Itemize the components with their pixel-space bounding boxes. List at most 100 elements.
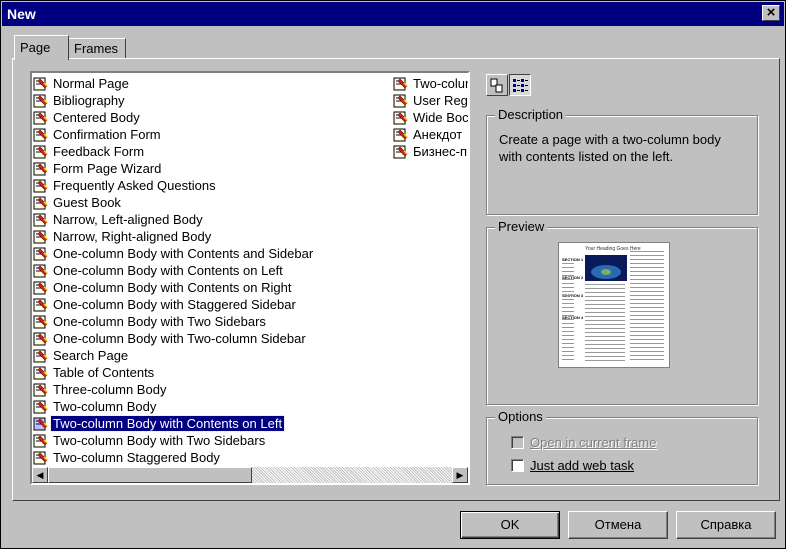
open-in-current-frame-label: Open in current frame — [530, 435, 657, 450]
list-item[interactable]: Wide Boc — [392, 109, 468, 126]
list-item[interactable]: Frequently Asked Questions — [32, 177, 315, 194]
title-bar[interactable]: New × — [2, 2, 784, 26]
preview-text-line — [630, 283, 664, 284]
preview-text-line — [630, 323, 664, 324]
page-template-icon — [33, 213, 48, 227]
preview-text-line — [630, 287, 664, 288]
preview-text-line — [562, 263, 574, 264]
preview-group: Preview Your Heading Goes Here SECTION 1… — [486, 219, 758, 405]
template-list[interactable]: Normal Page Bibliography Centered Body Conf… — [30, 71, 470, 485]
list-item-label: Бизнес-п — [413, 144, 468, 159]
preview-text-line — [630, 299, 664, 300]
preview-text-line — [562, 347, 574, 348]
list-item[interactable]: Two-column Body — [32, 398, 315, 415]
cancel-button[interactable]: Отмена — [568, 511, 668, 539]
preview-text-line — [585, 348, 625, 349]
preview-text-line — [585, 292, 625, 293]
ok-button[interactable]: OK — [460, 511, 560, 539]
list-item[interactable]: Narrow, Right-aligned Body — [32, 228, 315, 245]
preview-text-line — [585, 304, 625, 305]
preview-text-line — [562, 291, 574, 292]
preview-text-line — [630, 359, 664, 360]
template-list-column-1: Normal Page Bibliography Centered Body Conf… — [32, 75, 315, 466]
description-group: Description Create a page with a two-col… — [486, 107, 758, 215]
preview-text-line — [630, 303, 664, 304]
page-template-icon — [393, 111, 408, 125]
preview-text-line — [585, 340, 625, 341]
list-item[interactable]: Confirmation Form — [32, 126, 315, 143]
list-item[interactable]: One-column Body with Two Sidebars — [32, 313, 315, 330]
preview-text-line — [585, 332, 625, 333]
list-item[interactable]: Two-column Staggered Body — [32, 449, 315, 466]
preview-text-line — [562, 287, 574, 288]
list-item[interactable]: Centered Body — [32, 109, 315, 126]
tab-frames-label: Frames — [74, 41, 119, 56]
arrow-left-icon: ◀ — [36, 470, 44, 480]
list-item[interactable]: One-column Body with Staggered Sidebar — [32, 296, 315, 313]
list-item[interactable]: Search Page — [32, 347, 315, 364]
list-item[interactable]: Three-column Body — [32, 381, 315, 398]
list-item[interactable]: User Reg — [392, 92, 468, 109]
list-item[interactable]: Анекдот — [392, 126, 468, 143]
list-item[interactable]: Normal Page — [32, 75, 315, 92]
list-item[interactable]: Narrow, Left-aligned Body — [32, 211, 315, 228]
list-item[interactable]: Two-colum — [392, 75, 470, 92]
preview-text-line — [630, 327, 664, 328]
large-icons-button[interactable] — [486, 74, 508, 96]
open-in-current-frame-box — [511, 436, 524, 449]
list-item[interactable]: One-column Body with Contents on Right — [32, 279, 315, 296]
page-template-icon — [33, 247, 48, 261]
horizontal-scrollbar[interactable]: ◀ ▶ — [32, 467, 468, 483]
list-item[interactable]: Feedback Form — [32, 143, 315, 160]
page-template-icon — [33, 179, 48, 193]
help-button[interactable]: Справка — [676, 511, 776, 539]
just-add-web-task-box — [511, 459, 524, 472]
list-view-icon — [513, 79, 528, 92]
preview-text-line — [585, 356, 625, 357]
options-group: Options Open in current frame Just add w… — [486, 409, 758, 485]
preview-text-line — [562, 311, 574, 312]
preview-text-line — [630, 259, 664, 260]
preview-text-line — [562, 303, 574, 304]
preview-body-text — [562, 251, 664, 361]
preview-thumbnail: Your Heading Goes Here SECTION 1 SECTION… — [558, 242, 670, 368]
list-item-label: One-column Body with Two-column Sidebar — [53, 331, 306, 346]
list-item-label: Guest Book — [53, 195, 121, 210]
list-item[interactable]: Two-column Body with Contents on Left — [32, 415, 315, 432]
page-template-icon — [33, 94, 48, 108]
preview-text-line — [585, 316, 625, 317]
close-icon: × — [766, 4, 776, 21]
list-item[interactable]: One-column Body with Two-column Sidebar — [32, 330, 315, 347]
preview-text-line — [630, 343, 664, 344]
page-template-icon — [33, 111, 48, 125]
list-item[interactable]: One-column Body with Contents on Left — [32, 262, 315, 279]
preview-text-line — [630, 347, 664, 348]
preview-text-line — [562, 359, 574, 360]
page-template-icon — [33, 264, 48, 278]
arrow-right-icon: ▶ — [456, 470, 464, 480]
list-item[interactable]: One-column Body with Contents and Sideba… — [32, 245, 315, 262]
list-view-button[interactable] — [509, 74, 531, 96]
preview-text-line — [585, 312, 625, 313]
list-item[interactable]: Two-column Body with Two Sidebars — [32, 432, 315, 449]
preview-text-line — [630, 291, 664, 292]
tab-page[interactable]: Page — [14, 35, 69, 60]
close-button[interactable]: × — [762, 4, 780, 21]
list-item[interactable]: Guest Book — [32, 194, 315, 211]
list-item-label: Two-colum — [413, 76, 470, 91]
preview-text-line — [585, 308, 625, 309]
preview-text-line — [630, 255, 664, 256]
list-item[interactable]: Table of Contents — [32, 364, 315, 381]
page-template-icon — [33, 349, 48, 363]
scroll-right-button[interactable]: ▶ — [452, 467, 468, 483]
list-item-label: Narrow, Left-aligned Body — [53, 212, 203, 227]
description-line-1: Create a page with a two-column body — [499, 132, 721, 147]
list-item[interactable]: Bibliography — [32, 92, 315, 109]
scroll-thumb[interactable] — [48, 467, 252, 483]
scroll-left-button[interactable]: ◀ — [32, 467, 48, 483]
options-title: Options — [495, 409, 546, 424]
tab-frames[interactable]: Frames — [68, 38, 126, 58]
list-item[interactable]: Бизнес-п — [392, 143, 468, 160]
list-item-label: Two-column Body — [53, 399, 157, 414]
list-item[interactable]: Form Page Wizard — [32, 160, 315, 177]
